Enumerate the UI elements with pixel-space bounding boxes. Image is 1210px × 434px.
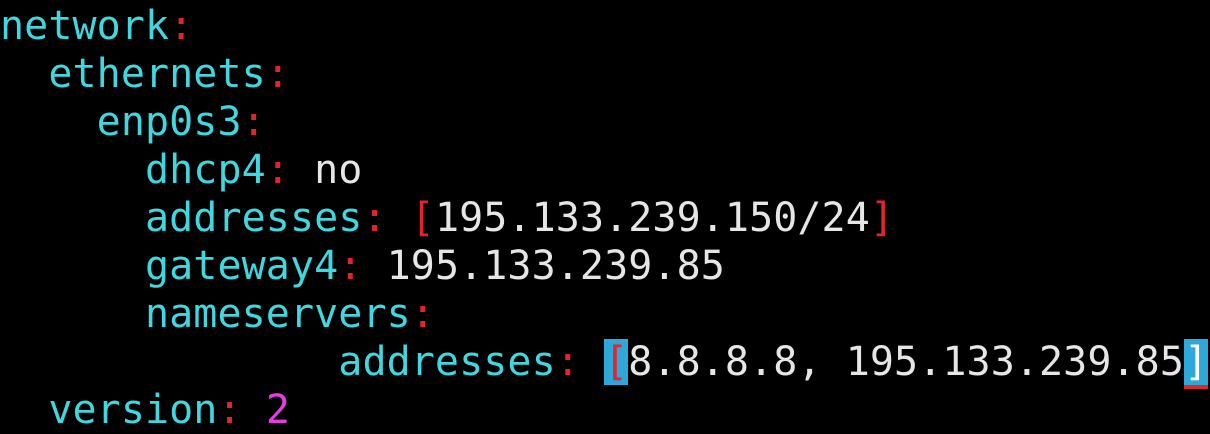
yaml-line-version: version: 2: [0, 386, 290, 434]
yaml-key: network: [0, 3, 170, 49]
yaml-colon: :: [217, 387, 242, 433]
yaml-value: no: [314, 147, 363, 193]
yaml-line-dhcp4: dhcp4: no: [0, 146, 362, 194]
close-bracket: ]: [869, 195, 895, 241]
yaml-line-nameserver-addresses: addresses: [8.8.8.8, 195.133.239.85]: [0, 338, 1209, 389]
yaml-key: enp0s3: [96, 99, 242, 145]
yaml-key: nameservers: [144, 291, 411, 337]
yaml-colon: :: [265, 51, 290, 97]
yaml-value: 195.133.239.150/24: [434, 195, 870, 241]
yaml-line-gateway4: gateway4: 195.133.239.85: [0, 242, 725, 290]
yaml-colon: :: [265, 147, 290, 193]
terminal-editor[interactable]: network: ethernets: enp0s3: dhcp4: no ad…: [0, 0, 1210, 434]
yaml-number: 2: [265, 387, 290, 433]
yaml-key: ethernets: [48, 51, 266, 97]
yaml-colon: :: [169, 3, 194, 49]
yaml-key: version: [48, 387, 218, 433]
yaml-value: 8.8.8.8, 195.133.239.85: [628, 339, 1184, 385]
open-bracket: [: [410, 195, 435, 241]
yaml-colon: :: [555, 339, 580, 385]
yaml-colon: :: [410, 291, 435, 337]
yaml-key: addresses: [338, 339, 556, 385]
yaml-line-network: network:: [0, 2, 193, 50]
yaml-key: addresses: [144, 195, 363, 241]
matched-open-bracket: [: [604, 339, 629, 385]
yaml-key: dhcp4: [144, 147, 266, 193]
yaml-colon: :: [241, 99, 266, 145]
yaml-value: 195.133.239.85: [386, 243, 725, 289]
yaml-line-addresses: addresses: [195.133.239.150/24]: [0, 194, 894, 242]
yaml-line-interface: enp0s3:: [0, 98, 266, 146]
text-cursor[interactable]: ]: [1184, 339, 1209, 389]
yaml-line-nameservers: nameservers:: [0, 290, 435, 338]
yaml-colon: :: [338, 243, 363, 289]
yaml-key: gateway4: [144, 243, 339, 289]
yaml-line-ethernets: ethernets:: [0, 50, 290, 98]
yaml-colon: :: [362, 195, 387, 241]
